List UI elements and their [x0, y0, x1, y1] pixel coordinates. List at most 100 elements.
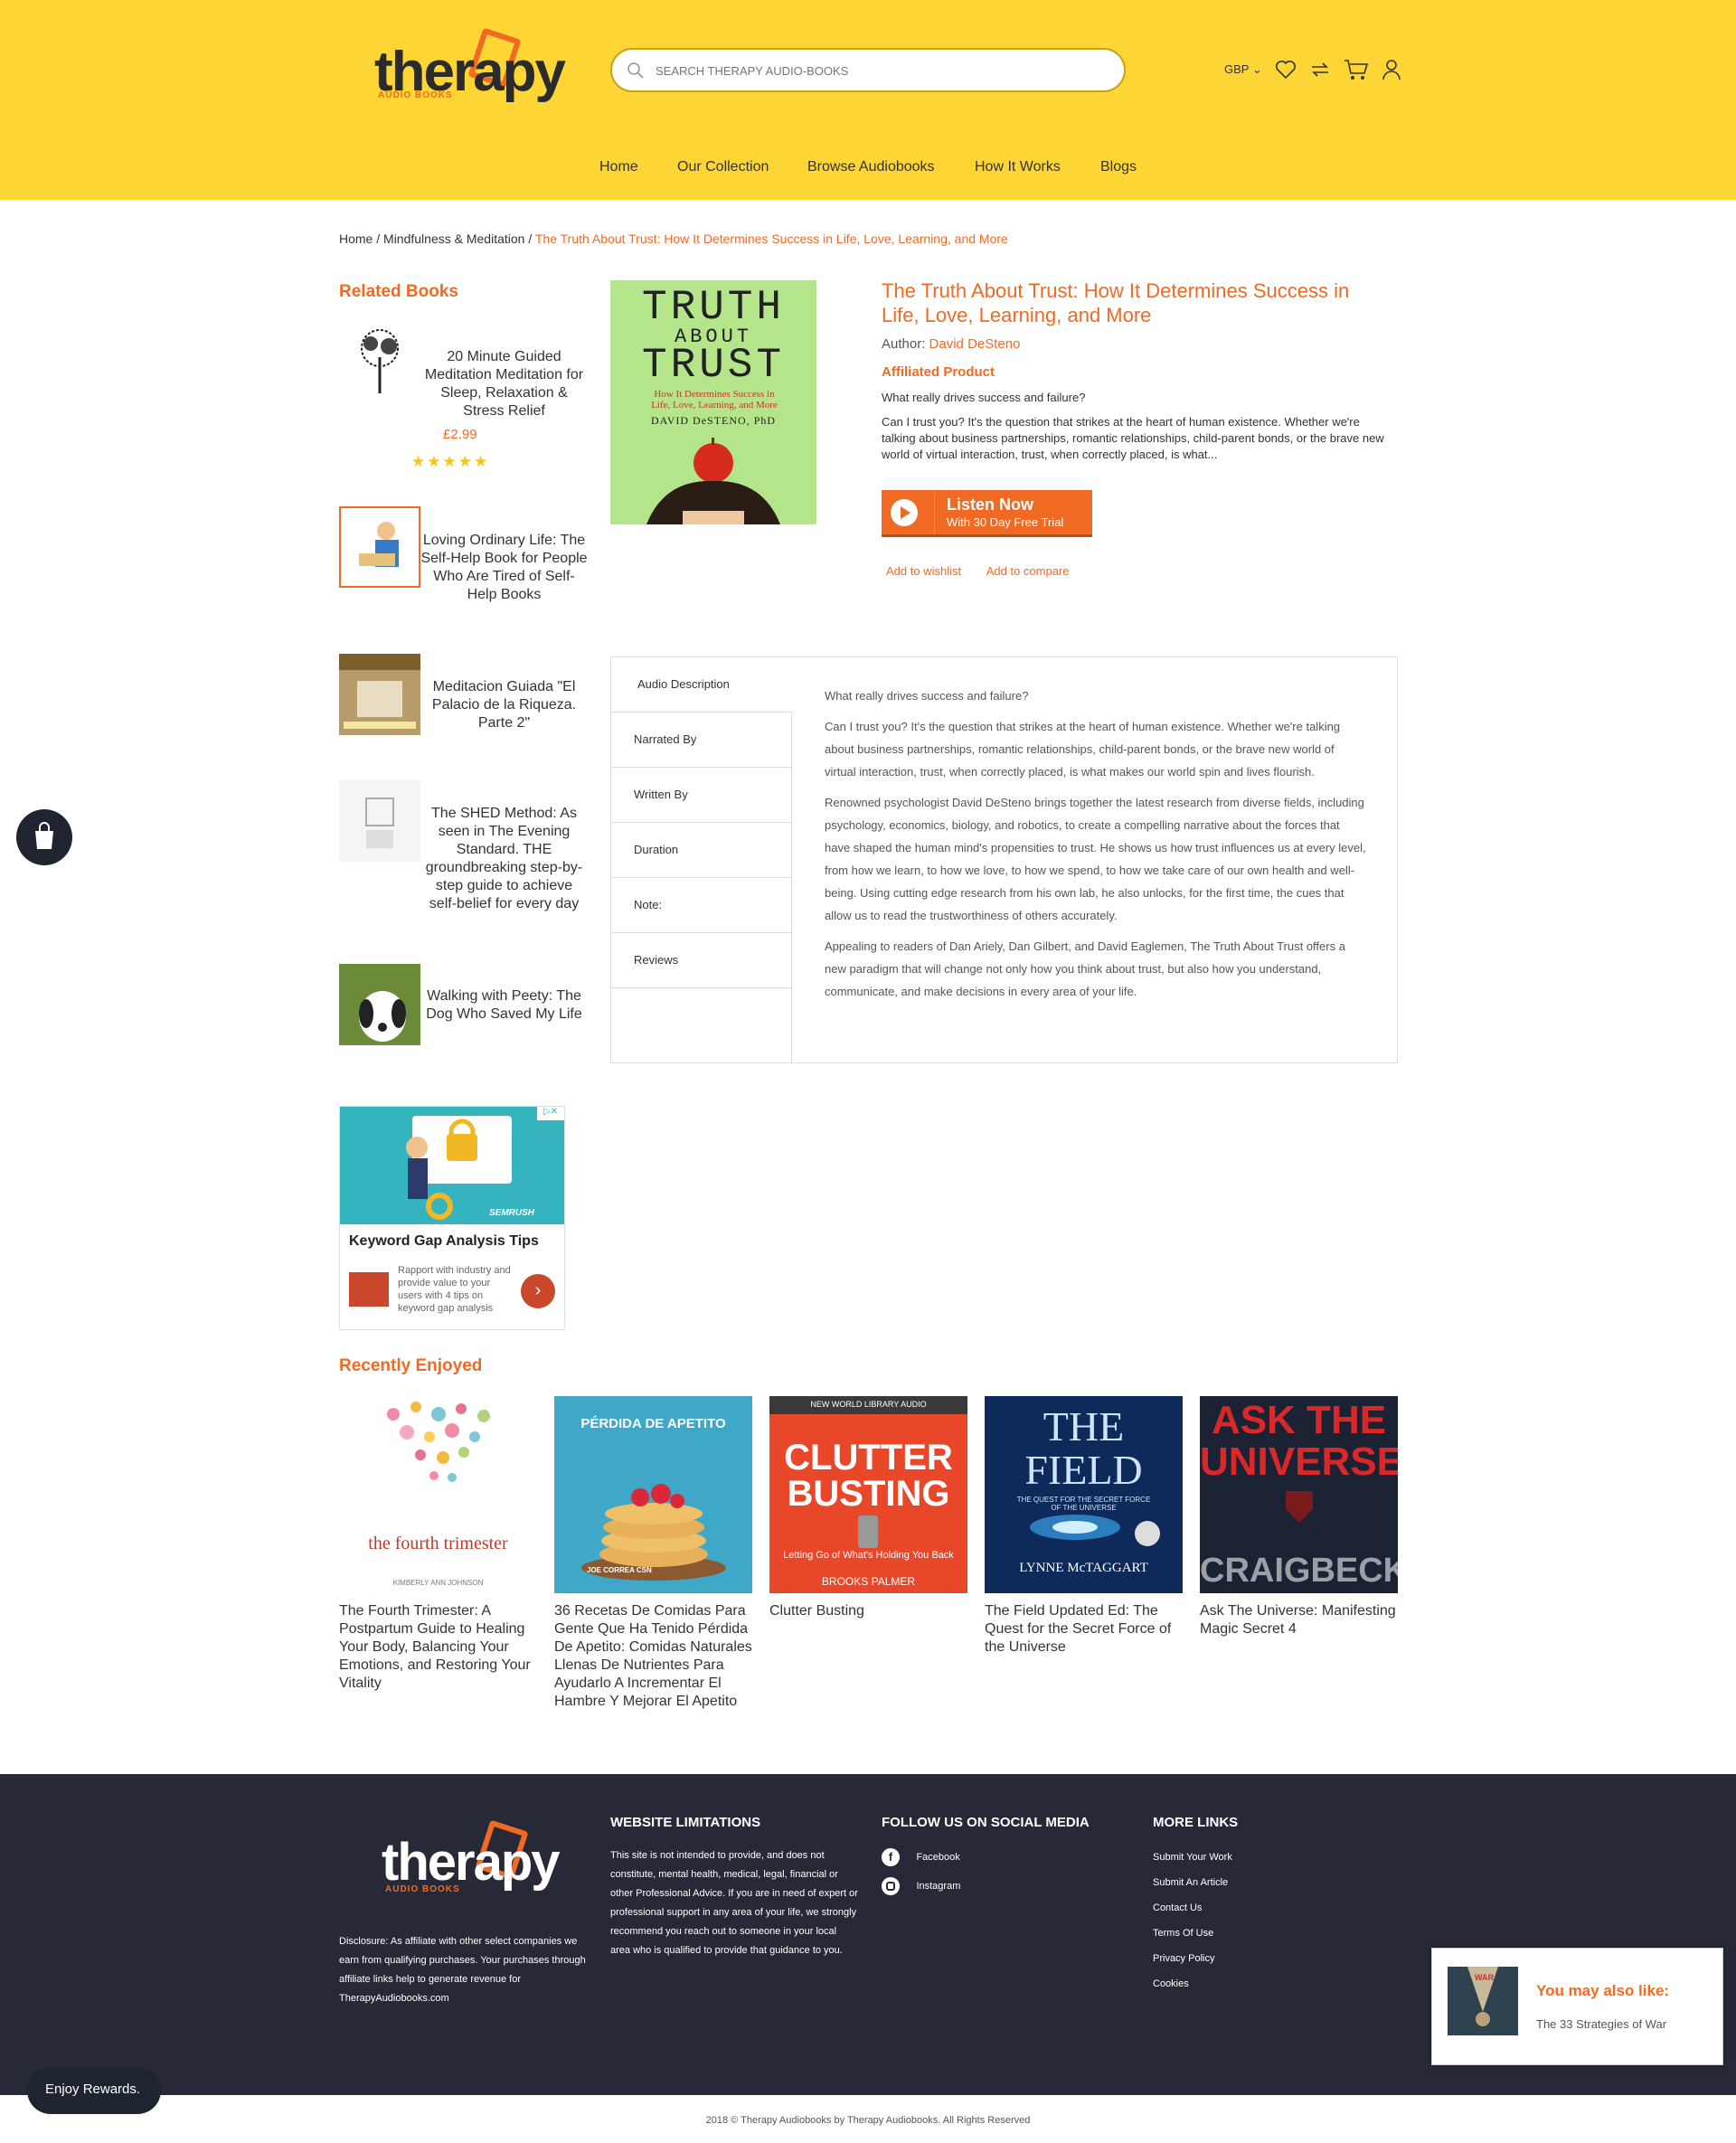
footer-link-submit-article[interactable]: Submit An Article: [1153, 1877, 1228, 1888]
tab-content: What really drives success and failure? …: [825, 684, 1367, 1011]
add-to-compare-link[interactable]: Add to compare: [986, 564, 1070, 578]
footer-link-terms[interactable]: Terms Of Use: [1153, 1928, 1213, 1939]
facebook-label: Facebook: [916, 1852, 960, 1863]
you-may-also-like-popup[interactable]: WAR You may also like: The 33 Strategies…: [1431, 1948, 1723, 2065]
ad-choices-icon[interactable]: ▷✕: [537, 1107, 564, 1120]
ad-arrow-button[interactable]: ›: [521, 1274, 555, 1308]
nav-how-it-works[interactable]: How It Works: [975, 159, 1061, 175]
footer-link-cookies[interactable]: Cookies: [1153, 1978, 1189, 1989]
ad-banner[interactable]: SEMRUSH ▷✕ Keyword Gap Analysis Tips Rap…: [339, 1106, 565, 1330]
popup-book-cover: WAR: [1448, 1967, 1518, 2035]
footer-disclosure: Disclosure: As affiliate with other sele…: [339, 1936, 586, 2004]
recent-book-item[interactable]: NEW WORLD LIBRARY AUDIO CLUTTER BUSTING …: [769, 1396, 967, 1620]
instagram-link[interactable]: Instagram: [882, 1877, 960, 1895]
cart-icon[interactable]: [1344, 59, 1369, 80]
site-logo[interactable]: therapy AUDIO BOOKS: [373, 27, 566, 109]
related-book-cover: [339, 321, 420, 402]
recent-book-cover: the fourth trimester KIMBERLY ANN JOHNSO…: [339, 1396, 537, 1593]
recent-book-item[interactable]: PÉRDIDA DE APETITO JOE CORREA CSN 36 Rec…: [554, 1396, 752, 1711]
breadcrumb-category[interactable]: Mindfulness & Meditation: [383, 231, 524, 246]
breadcrumb-home[interactable]: Home: [339, 231, 373, 246]
tab-audio-description[interactable]: Audio Description: [611, 657, 793, 713]
breadcrumb: Home / Mindfulness & Meditation / The Tr…: [339, 231, 1008, 246]
nav-home[interactable]: Home: [599, 159, 638, 175]
facebook-link[interactable]: f Facebook: [882, 1848, 960, 1866]
tab-reviews[interactable]: Reviews: [611, 933, 792, 988]
nav-our-collection[interactable]: Our Collection: [677, 159, 769, 175]
nav-browse-audiobooks[interactable]: Browse Audiobooks: [807, 159, 935, 175]
related-book-title: 20 Minute Guided Meditation Meditation f…: [424, 349, 584, 419]
currency-select[interactable]: GBP ⌄: [1224, 62, 1262, 77]
breadcrumb-separator: /: [528, 231, 535, 246]
cover-author: LYNNE McTAGGART: [1019, 1561, 1148, 1575]
listen-now-button[interactable]: Listen Now With 30 Day Free Trial: [882, 490, 1092, 537]
tab-duration[interactable]: Duration: [611, 823, 792, 878]
related-books-heading: Related Books: [339, 282, 458, 301]
cover-author: CRAIGBECK: [1200, 1552, 1398, 1590]
recent-book-cover: NEW WORLD LIBRARY AUDIO CLUTTER BUSTING …: [769, 1396, 967, 1593]
related-book-item[interactable]: Loving Ordinary Life: The Self-Help Book…: [339, 506, 588, 602]
limitations-heading: WEBSITE LIMITATIONS: [610, 1815, 761, 1830]
header-icons: GBP ⌄: [1224, 56, 1401, 83]
recent-book-item[interactable]: the fourth trimester KIMBERLY ANN JOHNSO…: [339, 1396, 537, 1693]
recent-book-item[interactable]: ASK THE UNIVERSE CRAIGBECK Ask The Unive…: [1200, 1396, 1398, 1638]
wishlist-heart-icon[interactable]: [1275, 60, 1297, 80]
recent-book-title: The Field Updated Ed: The Quest for the …: [985, 1603, 1172, 1655]
ad-brand: SEMRUSH: [489, 1208, 535, 1218]
more-links-heading: MORE LINKS: [1153, 1815, 1239, 1830]
related-book-item[interactable]: 20 Minute Guided Meditation Meditation f…: [339, 321, 588, 479]
description-paragraph: What really drives success and failure?: [825, 689, 1029, 703]
tab-list: Audio Description Narrated By Written By…: [611, 657, 793, 1062]
cover-subtitle: How It Determines Success in Life, Love,…: [651, 389, 778, 411]
cover-title: THE FIELD: [1024, 1403, 1143, 1493]
search-input[interactable]: [656, 61, 1090, 80]
product-cover-image: TRUTH ABOUT TRUST How It Determines Succ…: [610, 280, 816, 524]
cover-title-line: TRUST: [641, 342, 786, 389]
related-book-cover: [339, 964, 420, 1045]
currency-label: GBP: [1224, 62, 1250, 76]
nav-blogs[interactable]: Blogs: [1100, 159, 1137, 175]
rating-stars-icon: ★★★★★: [411, 453, 490, 470]
social-heading: FOLLOW US ON SOCIAL MEDIA: [882, 1815, 1090, 1830]
footer-link-privacy[interactable]: Privacy Policy: [1153, 1953, 1214, 1964]
enjoy-rewards-label: Enjoy Rewards.: [45, 2082, 141, 2097]
breadcrumb-current: The Truth About Trust: How It Determines…: [534, 231, 1008, 246]
enjoy-rewards-button[interactable]: Enjoy Rewards.: [27, 2067, 161, 2114]
search-icon[interactable]: [627, 61, 645, 80]
author-label: Author:: [882, 336, 926, 352]
tab-written-by[interactable]: Written By: [611, 768, 792, 823]
recent-book-cover: ASK THE UNIVERSE CRAIGBECK: [1200, 1396, 1398, 1593]
footer-link-contact[interactable]: Contact Us: [1153, 1902, 1202, 1913]
shopify-badge[interactable]: [16, 809, 72, 865]
related-book-price: £2.99: [443, 427, 477, 442]
product-title: The Truth About Trust: How It Determines…: [882, 279, 1350, 326]
tab-narrated-by[interactable]: Narrated By: [611, 713, 792, 768]
cover-subtitle: THE QUEST FOR THE SECRET FORCE OF THE UN…: [1016, 1496, 1151, 1512]
related-book-cover: [339, 654, 420, 735]
add-to-wishlist-link[interactable]: Add to wishlist: [886, 564, 961, 578]
footer-link-submit-work[interactable]: Submit Your Work: [1153, 1852, 1232, 1863]
tab-note[interactable]: Note:: [611, 878, 792, 933]
account-user-icon[interactable]: [1382, 59, 1401, 80]
compare-arrows-icon[interactable]: [1309, 60, 1331, 80]
author-link[interactable]: David DeSteno: [929, 336, 1021, 352]
description-paragraph: Can I trust you? It's the question that …: [825, 720, 1341, 779]
product-short-description: Can I trust you? It's the question that …: [882, 415, 1384, 461]
description-paragraph: Appealing to readers of Dan Ariely, Dan …: [825, 939, 1345, 998]
recent-book-item[interactable]: THE FIELD THE QUEST FOR THE SECRET FORCE…: [985, 1396, 1183, 1657]
ad-image: SEMRUSH: [340, 1107, 564, 1224]
footer-logo[interactable]: therapy AUDIO BOOKS: [380, 1819, 561, 1901]
cover-apple-illustration: [646, 438, 780, 524]
recent-book-cover: PÉRDIDA DE APETITO JOE CORREA CSN: [554, 1396, 752, 1593]
related-book-title: Meditacion Guiada "El Palacio de la Riqu…: [431, 679, 577, 731]
chevron-down-icon: ⌄: [1251, 62, 1262, 76]
related-book-item[interactable]: The SHED Method: As seen in The Evening …: [339, 780, 588, 916]
related-book-item[interactable]: Meditacion Guiada "El Palacio de la Riqu…: [339, 654, 588, 737]
instagram-icon: [882, 1877, 900, 1895]
popup-book-title: The 33 Strategies of War: [1536, 2017, 1667, 2031]
ad-description: Rapport with industry and provide value …: [398, 1265, 511, 1314]
recently-enjoyed-heading: Recently Enjoyed: [339, 1356, 483, 1375]
cover-author: BROOKS PALMER: [821, 1575, 916, 1588]
related-book-item[interactable]: Walking with Peety: The Dog Who Saved My…: [339, 964, 588, 1047]
logo-subtitle: AUDIO BOOKS: [385, 1884, 460, 1894]
